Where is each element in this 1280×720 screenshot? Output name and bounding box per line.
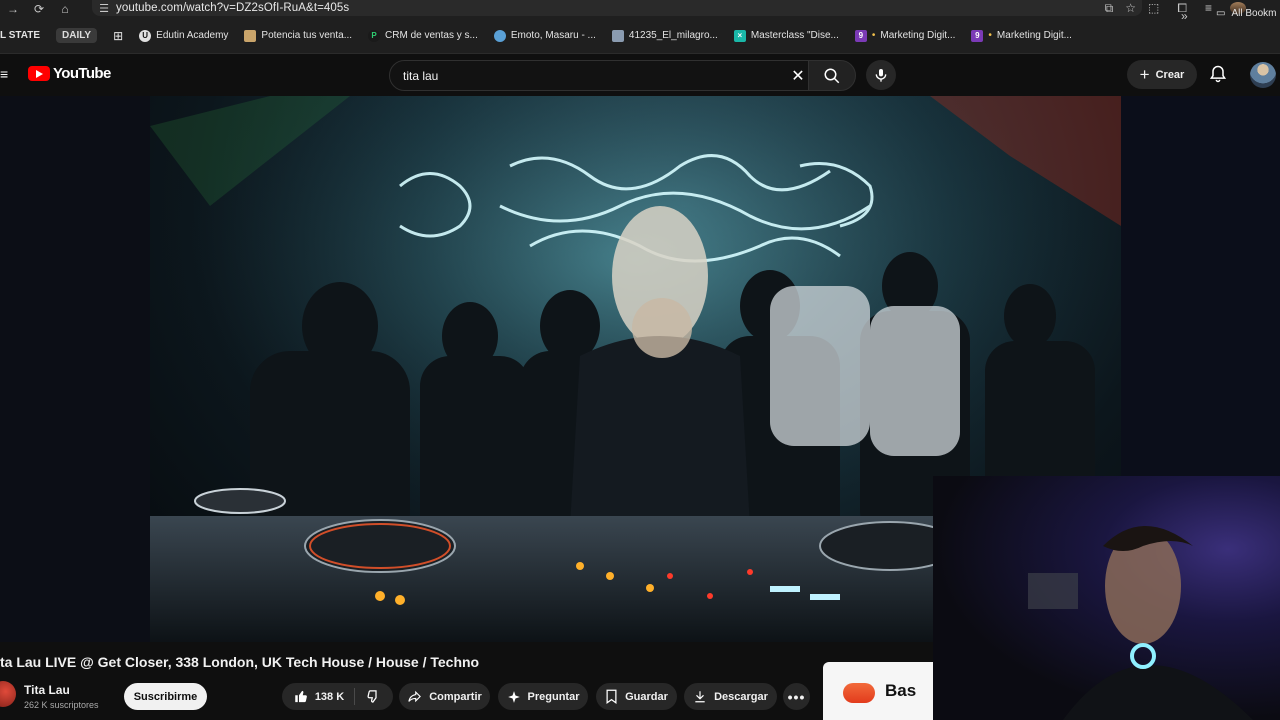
video-title: ta Lau LIVE @ Get Closer, 338 London, UK… bbox=[0, 654, 480, 670]
subscriber-count: 262 K suscriptores bbox=[24, 700, 99, 710]
search-button[interactable] bbox=[808, 60, 856, 91]
install-app-icon[interactable]: ⧉ bbox=[1105, 1, 1114, 16]
voice-search-button[interactable] bbox=[866, 60, 896, 90]
bookmark-item[interactable]: Emoto, Masaru - ... bbox=[486, 25, 604, 47]
masterclass-icon: × bbox=[733, 29, 746, 42]
bookmark-label: Edutin Academy bbox=[156, 30, 229, 41]
globe-icon bbox=[493, 29, 506, 42]
bookmarks-bar: L STATE DAILY ⊞ U Edutin Academy Potenci… bbox=[0, 18, 1280, 54]
ask-label: Preguntar bbox=[527, 690, 580, 703]
bookmark-favicon bbox=[244, 29, 257, 42]
like-count: 138 K bbox=[314, 690, 345, 703]
apps-grid-icon[interactable]: ⊞ bbox=[105, 25, 131, 47]
search-input[interactable]: tita lau bbox=[403, 69, 784, 83]
bookmark-item[interactable]: 41235_El_milagro... bbox=[604, 25, 726, 47]
thumbs-down-icon bbox=[367, 690, 377, 703]
bookmark-label: Marketing Digit... bbox=[996, 30, 1072, 41]
reload-icon[interactable]: ⟳ bbox=[26, 0, 52, 18]
bookmarks-overflow-icon[interactable]: » bbox=[1181, 9, 1188, 23]
more-actions-button[interactable]: ••• bbox=[783, 683, 810, 710]
bookmark-item[interactable]: × Masterclass "Dise... bbox=[726, 25, 847, 47]
account-avatar[interactable] bbox=[1250, 62, 1276, 88]
edutin-icon: U bbox=[139, 29, 152, 42]
extensions-icon[interactable]: ⬚ bbox=[1148, 1, 1159, 15]
bookmark-icon bbox=[606, 689, 617, 704]
player-letterbox-left bbox=[0, 96, 150, 642]
bookmark-label: Masterclass "Dise... bbox=[750, 30, 839, 41]
bookmark-label: Emoto, Masaru - ... bbox=[510, 30, 596, 41]
bookmark-item[interactable]: 9 • Marketing Digit... bbox=[963, 25, 1080, 47]
more-dots-icon: ••• bbox=[787, 688, 806, 705]
like-dislike-group: 138 K bbox=[282, 683, 393, 710]
bookmark-label: Potencia tus venta... bbox=[261, 30, 353, 41]
youtube-wordmark: YouTube bbox=[53, 65, 111, 82]
address-url[interactable]: youtube.com/watch?v=DZ2sOfI-RuA&t=405s bbox=[116, 2, 349, 14]
home-icon[interactable]: ⌂ bbox=[52, 0, 78, 18]
download-icon bbox=[695, 691, 705, 703]
bookmark-star-icon[interactable]: ☆ bbox=[1125, 1, 1136, 16]
bookmark-label: L STATE bbox=[0, 30, 40, 41]
address-bar[interactable]: ☰ youtube.com/watch?v=DZ2sOfI-RuA&t=405s… bbox=[92, 0, 1142, 16]
bookmark-item[interactable]: Potencia tus venta... bbox=[236, 25, 360, 47]
all-bookmarks-folder[interactable]: ▭ All Bookm bbox=[1216, 8, 1276, 19]
create-label: Crear bbox=[1155, 68, 1185, 81]
bookmark-label: CRM de ventas y s... bbox=[385, 30, 478, 41]
menu-lines-icon[interactable]: ≡ bbox=[1205, 1, 1212, 15]
download-button[interactable]: Descargar bbox=[684, 683, 777, 710]
document-icon bbox=[611, 29, 624, 42]
bookmark-label: DAILY bbox=[56, 28, 98, 43]
youtube-play-icon bbox=[28, 66, 50, 81]
thumbs-up-icon bbox=[295, 690, 307, 703]
ad-brand-text: Bas bbox=[885, 681, 917, 700]
share-label: Compartir bbox=[429, 690, 482, 703]
sponsored-ad-card[interactable]: Bas bbox=[823, 662, 933, 720]
guide-menu-icon[interactable]: ≡ bbox=[0, 67, 8, 81]
bookmark-label: Marketing Digit... bbox=[880, 30, 956, 41]
plus-icon: + bbox=[1139, 65, 1150, 84]
save-button[interactable]: Guardar bbox=[596, 683, 677, 710]
bookmark-label: 41235_El_milagro... bbox=[628, 30, 718, 41]
channel-name[interactable]: Tita Lau bbox=[24, 683, 70, 697]
all-bookmarks-label: All Bookm bbox=[1231, 8, 1277, 19]
pipedrive-icon: P bbox=[368, 29, 381, 42]
player-letterbox-right bbox=[1121, 96, 1280, 496]
bookmark-item[interactable]: 9 • Marketing Digit... bbox=[847, 25, 964, 47]
like-button[interactable]: 138 K bbox=[294, 688, 356, 705]
search-icon bbox=[824, 68, 840, 83]
webcam-overlay bbox=[933, 476, 1280, 720]
sparkle-icon bbox=[507, 690, 520, 703]
q-favicon: 9 bbox=[854, 29, 867, 42]
dislike-button[interactable] bbox=[362, 689, 381, 704]
bookmark-item[interactable]: L STATE bbox=[0, 25, 48, 47]
share-button[interactable]: Compartir bbox=[399, 683, 490, 710]
youtube-logo[interactable]: YouTube bbox=[28, 65, 111, 82]
lightbulb-icon: • bbox=[871, 30, 876, 41]
ask-button[interactable]: Preguntar bbox=[498, 683, 588, 710]
create-button[interactable]: + Crear bbox=[1127, 60, 1197, 89]
bookmark-item[interactable]: P CRM de ventas y s... bbox=[360, 25, 486, 47]
microphone-icon bbox=[875, 69, 887, 82]
youtube-masthead: ≡ YouTube tita lau ✕ + Crear bbox=[0, 54, 1280, 96]
search-box[interactable]: tita lau ✕ bbox=[389, 60, 813, 91]
lightbulb-icon: • bbox=[988, 30, 992, 41]
bookmark-item[interactable]: U Edutin Academy bbox=[131, 25, 236, 47]
q-favicon: 9 bbox=[971, 29, 984, 42]
download-label: Descargar bbox=[714, 690, 768, 703]
webcam-image bbox=[1028, 526, 1253, 720]
folder-icon: ▭ bbox=[1216, 8, 1226, 19]
save-label: Guardar bbox=[625, 690, 668, 703]
notifications-bell-icon[interactable] bbox=[1208, 64, 1228, 84]
subscribe-button[interactable]: Suscribirme bbox=[124, 683, 207, 710]
bookmark-item[interactable]: DAILY bbox=[48, 25, 105, 47]
site-info-icon[interactable]: ☰ bbox=[92, 2, 116, 15]
forward-icon[interactable]: → bbox=[0, 0, 26, 18]
ad-logo bbox=[843, 683, 875, 703]
share-arrow-icon bbox=[408, 690, 422, 703]
